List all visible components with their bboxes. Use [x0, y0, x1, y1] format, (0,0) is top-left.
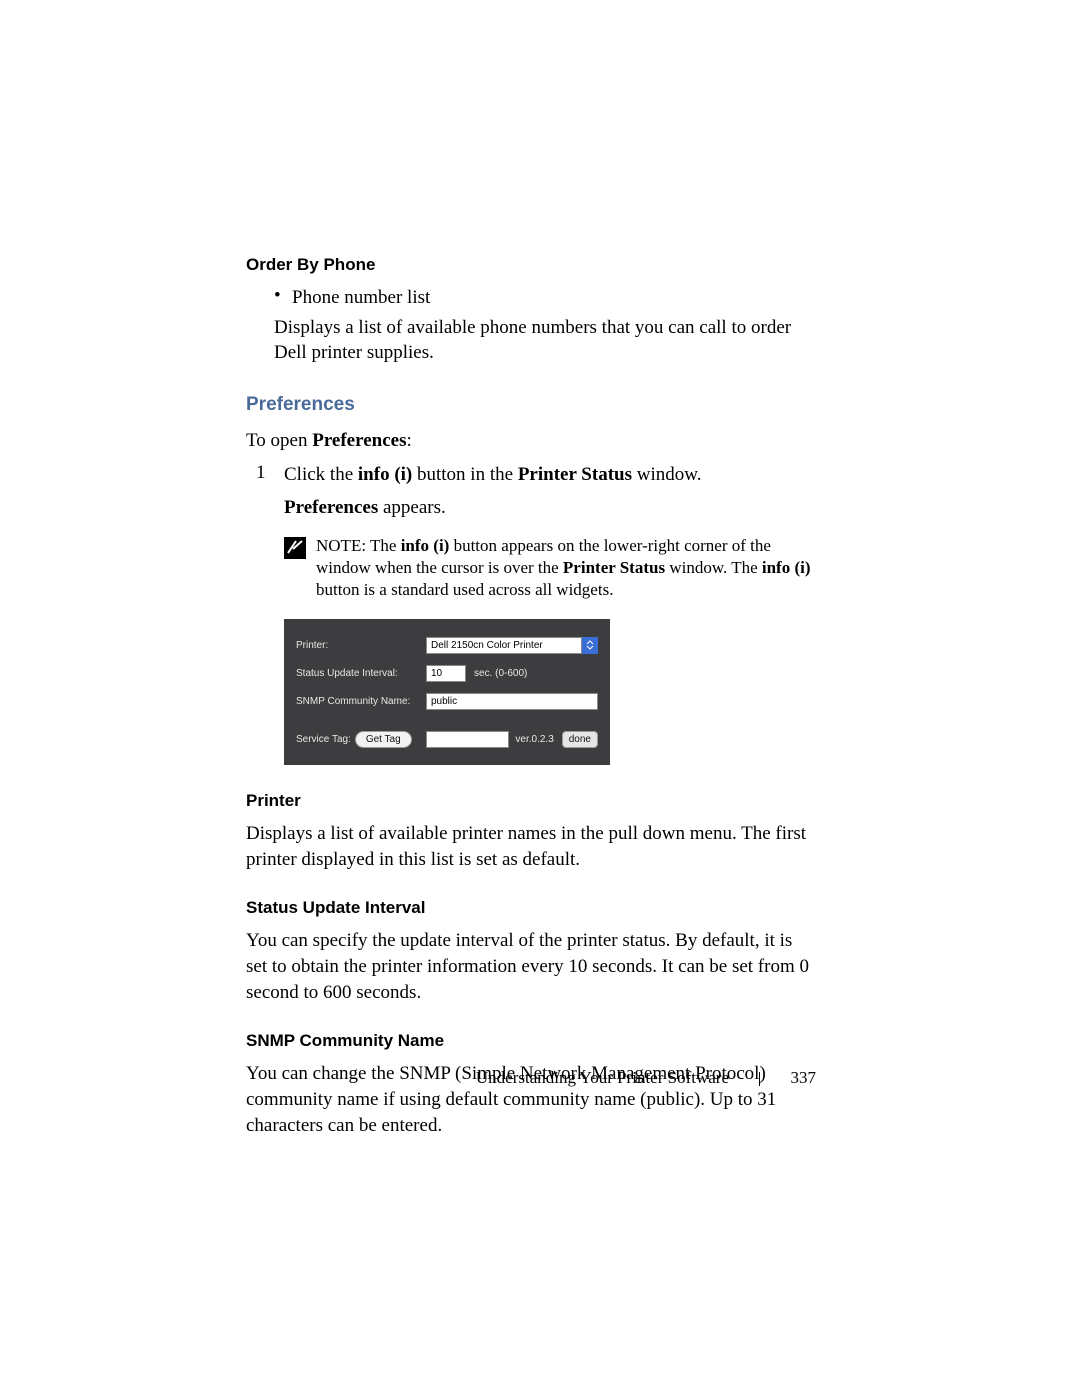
interval-heading: Status Update Interval [246, 898, 816, 918]
s1b: info (i) [358, 464, 412, 485]
snmp-row: SNMP Community Name: public [296, 687, 598, 715]
s1a: Click the [284, 464, 358, 485]
note-icon [284, 537, 306, 559]
phone-bullet: • Phone number list [274, 285, 816, 311]
s1d: Printer Status [518, 464, 632, 485]
preferences-appears: Preferences appears. [284, 495, 816, 521]
service-tag-label: Service Tag: [296, 734, 351, 745]
version-text: ver.0.2.3 [515, 734, 553, 745]
get-tag-button[interactable]: Get Tag [355, 731, 412, 748]
s1e: window. [632, 464, 702, 485]
step-1-number: 1 [256, 462, 284, 484]
service-tag-left: Service Tag: Get Tag [296, 731, 426, 748]
footer-chapter: Understanding Your Printer Software [476, 1068, 729, 1087]
service-tag-input[interactable] [426, 731, 509, 748]
nb: info (i) [401, 536, 450, 555]
snmp-input[interactable]: public [426, 693, 598, 710]
phone-bullet-text: Phone number list [292, 285, 430, 311]
ne: window. The [665, 558, 762, 577]
printer-row: Printer: Dell 2150cn Color Printer [296, 631, 598, 659]
phone-desc: Displays a list of available phone numbe… [274, 315, 816, 366]
note-text: NOTE: The info (i) button appears on the… [316, 535, 816, 601]
printer-select[interactable]: Dell 2150cn Color Printer [426, 637, 582, 654]
note-block: NOTE: The info (i) button appears on the… [284, 535, 816, 601]
footer-divider [759, 1072, 760, 1086]
nd: Printer Status [563, 558, 665, 577]
appears-bold: Preferences [284, 497, 378, 518]
select-arrow-icon[interactable] [582, 637, 598, 654]
snmp-heading: SNMP Community Name [246, 1031, 816, 1051]
s1c: button in the [412, 464, 518, 485]
interval-input[interactable]: 10 [426, 665, 466, 682]
ng: button is a standard used across all wid… [316, 580, 613, 599]
preferences-panel: Printer: Dell 2150cn Color Printer Statu… [284, 619, 610, 765]
appears-rest: appears. [378, 497, 446, 518]
step-1-text: Click the info (i) button in the Printer… [284, 462, 701, 488]
snmp-label: SNMP Community Name: [296, 696, 426, 707]
to-open-line: To open Preferences: [246, 428, 816, 454]
to-open-pre: To open [246, 430, 312, 451]
preferences-heading: Preferences [246, 394, 816, 416]
interval-body: You can specify the update interval of t… [246, 928, 816, 1005]
interval-row: Status Update Interval: 10 sec. (0-600) [296, 659, 598, 687]
na: The [370, 536, 401, 555]
done-button[interactable]: done [562, 731, 598, 748]
note-lead: NOTE: [316, 536, 370, 555]
printer-heading: Printer [246, 791, 816, 811]
to-open-post: : [406, 430, 411, 451]
order-by-phone-heading: Order By Phone [246, 255, 816, 275]
bullet-icon: • [274, 285, 292, 307]
page-footer: Understanding Your Printer Software 337 [246, 1068, 816, 1088]
to-open-bold: Preferences [312, 430, 406, 451]
interval-section: Status Update Interval You can specify t… [246, 898, 816, 1005]
footer-page-number: 337 [791, 1068, 817, 1087]
page-content: Order By Phone • Phone number list Displ… [246, 255, 816, 1138]
interval-unit: sec. (0-600) [474, 668, 527, 679]
printer-select-wrap[interactable]: Dell 2150cn Color Printer [426, 637, 598, 654]
interval-label: Status Update Interval: [296, 668, 426, 679]
service-tag-row: Service Tag: Get Tag ver.0.2.3 done [296, 725, 598, 753]
nf: info (i) [762, 558, 811, 577]
printer-section: Printer Displays a list of available pri… [246, 791, 816, 872]
step-1: 1 Click the info (i) button in the Print… [256, 462, 816, 488]
printer-label: Printer: [296, 640, 426, 651]
printer-body: Displays a list of available printer nam… [246, 821, 816, 872]
